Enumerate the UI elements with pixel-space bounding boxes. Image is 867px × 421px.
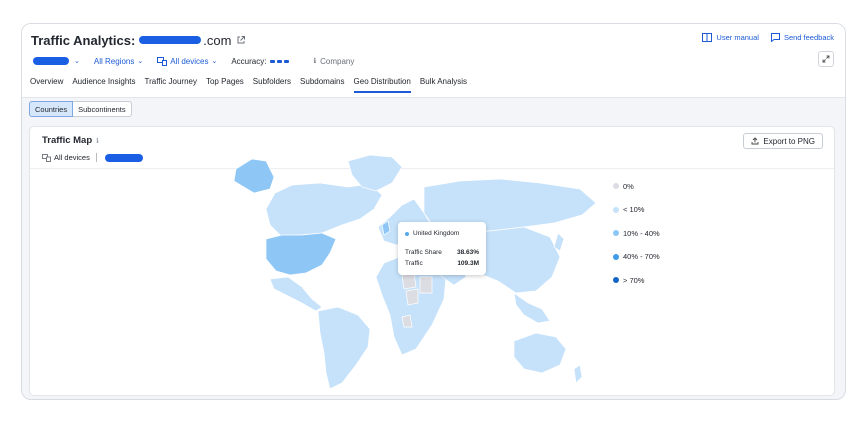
devices-label: All devices	[170, 56, 209, 66]
header: Traffic Analytics: .com User manual Send…	[22, 24, 845, 98]
legend-label: 40% - 70%	[623, 252, 660, 261]
page-title: Traffic Analytics: .com	[31, 31, 246, 49]
legend-dot	[613, 253, 619, 260]
country-tooltip: United Kingdom Traffic Share 38.63% Traf…	[398, 222, 486, 275]
devices-icon	[157, 56, 168, 66]
legend-label: > 70%	[623, 275, 645, 285]
tooltip-traffic-value: 109.3M	[457, 260, 479, 267]
user-manual-label: User manual	[716, 33, 759, 42]
chevron-down-icon: ⌄	[211, 58, 218, 65]
tooltip-share-label: Traffic Share	[405, 249, 442, 256]
company-info[interactable]: ℹ Company	[313, 57, 354, 66]
tab-subfolders[interactable]: Subfolders	[253, 77, 291, 93]
send-feedback-label: Send feedback	[783, 33, 834, 42]
australia-region[interactable]	[513, 332, 567, 374]
usa-region[interactable]	[265, 232, 337, 276]
countries-toggle[interactable]: Countries	[29, 101, 74, 117]
tabs-divider	[22, 97, 845, 98]
tooltip-share-row: Traffic Share 38.63%	[405, 249, 479, 256]
tab-bar: Overview Audience Insights Traffic Journ…	[30, 77, 476, 93]
tab-audience-insights[interactable]: Audience Insights	[72, 77, 135, 93]
south-america-region[interactable]	[317, 306, 371, 390]
legend-item[interactable]: < 10%	[613, 205, 660, 215]
legend-dot	[613, 277, 619, 283]
devices-filter[interactable]: All devices ⌄	[157, 56, 218, 66]
tooltip-dot	[405, 231, 409, 236]
tab-bulk-analysis[interactable]: Bulk Analysis	[420, 77, 467, 93]
regions-filter[interactable]: All Regions ⌄	[94, 57, 143, 66]
user-manual-link[interactable]: User manual	[702, 33, 759, 42]
legend-item[interactable]: 10% - 40%	[613, 228, 660, 238]
subcontinents-toggle[interactable]: Subcontinents	[73, 101, 132, 117]
legend-item[interactable]: 40% - 70%	[613, 252, 660, 262]
chad-region[interactable]	[405, 288, 419, 306]
accuracy-indicator[interactable]	[270, 59, 290, 63]
legend-label: 0%	[623, 181, 634, 191]
legend-dot	[613, 230, 619, 236]
tab-overview[interactable]: Overview	[30, 77, 63, 93]
central-america-region[interactable]	[269, 276, 323, 312]
view-toggle: Countries Subcontinents	[29, 101, 132, 117]
congo-region[interactable]	[401, 314, 413, 328]
canada-region[interactable]	[265, 182, 383, 238]
chevron-down-icon: ⌄	[74, 58, 80, 65]
chevron-down-icon: ⌄	[137, 58, 144, 65]
regions-label: All Regions	[93, 56, 135, 66]
legend-label: 10% - 40%	[623, 228, 660, 238]
libya-region[interactable]	[401, 272, 417, 290]
legend-dot	[613, 206, 619, 213]
sudan-region[interactable]	[419, 276, 433, 294]
title-prefix: Traffic Analytics:	[31, 32, 136, 48]
southeast-asia-region[interactable]	[513, 292, 551, 324]
title-suffix: .com	[203, 32, 232, 48]
chat-icon	[770, 33, 780, 42]
tab-traffic-journey[interactable]: Traffic Journey	[145, 77, 197, 93]
tooltip-header: United Kingdom	[405, 230, 459, 237]
accuracy-label: Accuracy:	[231, 56, 267, 66]
company-label: Company	[320, 56, 355, 66]
japan-region[interactable]	[553, 232, 565, 252]
traffic-map-card: Traffic Map ℹ All devices Export to PNG	[29, 126, 835, 396]
info-icon: ℹ	[313, 58, 317, 65]
tooltip-country: United Kingdom	[413, 230, 460, 237]
legend-item[interactable]: > 70%	[613, 275, 660, 285]
map-legend: 0% < 10% 10% - 40% 40% - 70% > 70%	[613, 181, 660, 299]
book-icon	[702, 33, 713, 42]
filter-row: ⌄ All Regions ⌄ All devices ⌄ Accuracy: …	[31, 54, 354, 68]
tab-geo-distribution[interactable]: Geo Distribution	[353, 77, 411, 93]
legend-dot	[613, 183, 619, 189]
new-zealand-region[interactable]	[573, 364, 583, 384]
tab-top-pages[interactable]: Top Pages	[206, 77, 244, 93]
external-link-icon[interactable]	[236, 35, 246, 45]
legend-item[interactable]: 0%	[613, 181, 660, 191]
tooltip-share-value: 38.63%	[456, 249, 479, 256]
date-filter[interactable]: ⌄	[31, 57, 80, 65]
header-links: User manual Send feedback	[702, 33, 834, 42]
expand-icon	[822, 55, 830, 63]
tooltip-traffic-label: Traffic	[405, 260, 423, 267]
tab-subdomains[interactable]: Subdomains	[300, 77, 344, 93]
traffic-analytics-panel: Traffic Analytics: .com User manual Send…	[21, 23, 846, 400]
redacted-domain	[139, 36, 202, 44]
expand-button[interactable]	[818, 51, 834, 67]
send-feedback-link[interactable]: Send feedback	[770, 33, 834, 42]
tooltip-traffic-row: Traffic 109.3M	[405, 260, 479, 267]
redacted-date	[33, 57, 69, 65]
legend-label: < 10%	[623, 205, 645, 214]
alaska-region[interactable]	[233, 158, 275, 194]
